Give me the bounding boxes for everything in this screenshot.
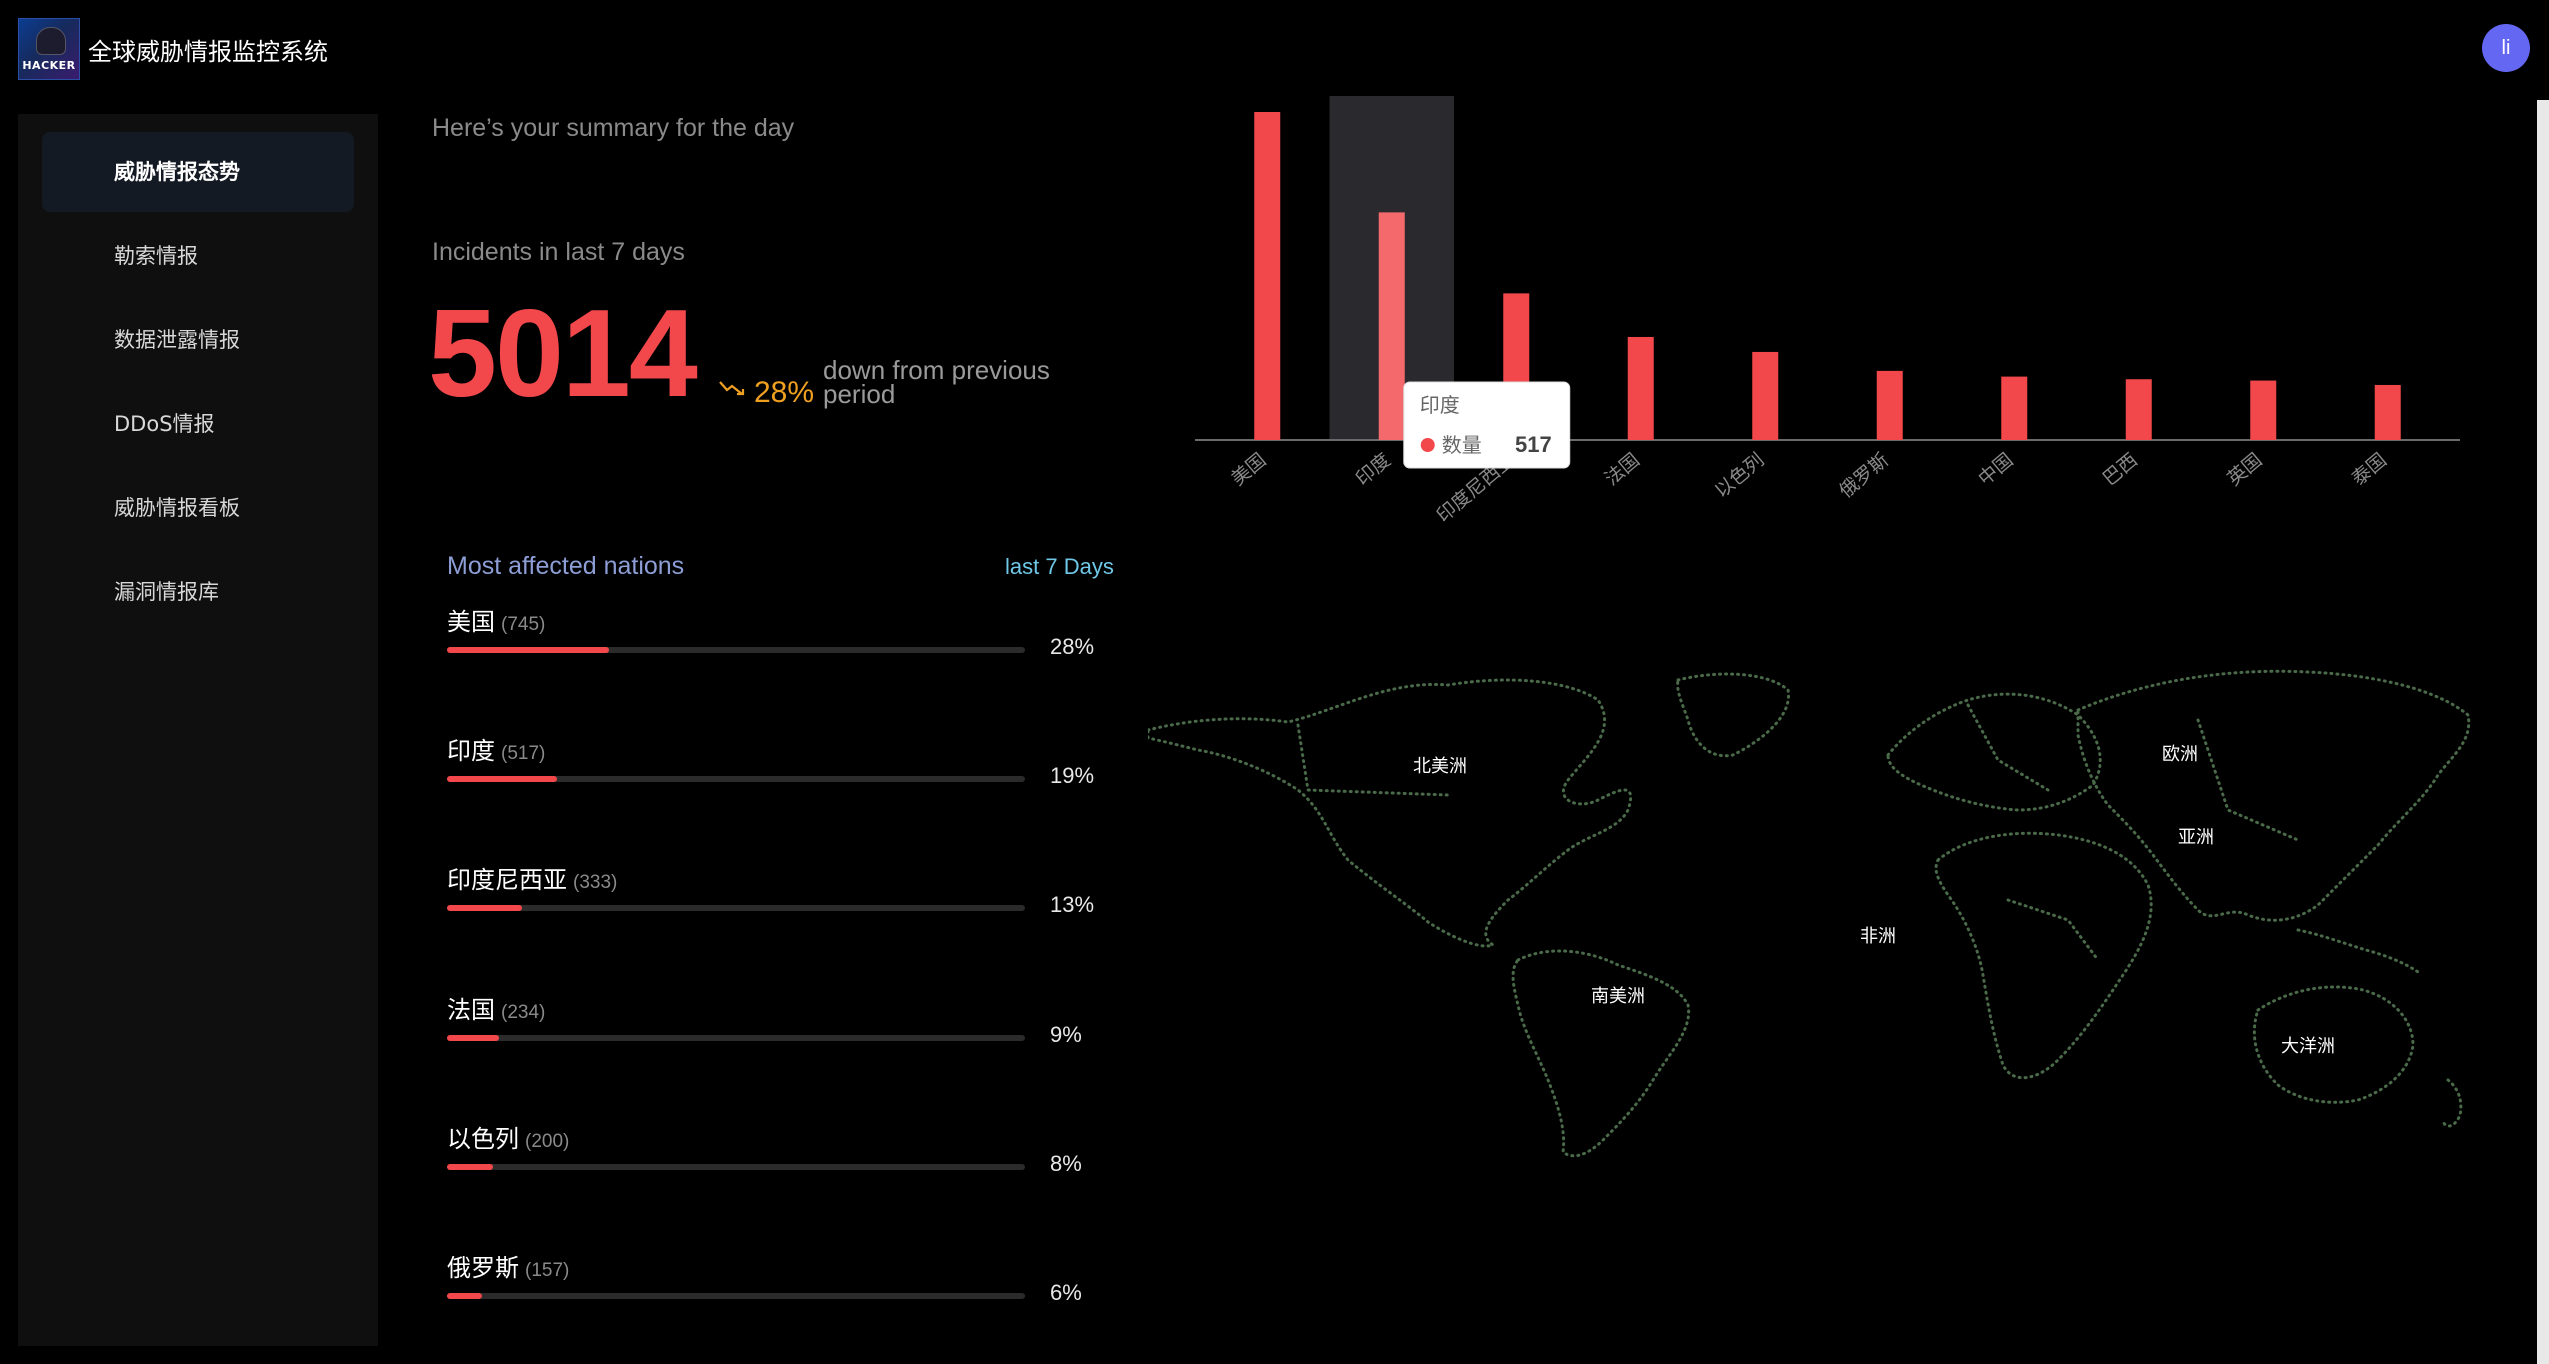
chart-bar[interactable] — [1876, 370, 1903, 440]
nation-count: (157) — [525, 1260, 570, 1281]
nation-count: (200) — [525, 1131, 570, 1152]
chart-bar[interactable] — [1752, 351, 1779, 440]
chart-bar[interactable] — [2374, 384, 2401, 440]
nation-row: 美国 (745) 28% — [447, 602, 1107, 702]
nation-bar-fill — [447, 647, 609, 653]
sidebar-item-ransomware[interactable]: 勒索情报 — [42, 216, 354, 296]
tooltip-series-label: 数量 — [1442, 433, 1482, 457]
nation-name: 俄罗斯 — [447, 1254, 519, 1282]
nation-bar-track — [447, 647, 1025, 653]
tooltip-series-marker — [1420, 438, 1435, 452]
nation-row: 法国 (234) 9% — [447, 990, 1107, 1090]
nation-row: 印度 (517) 19% — [447, 731, 1107, 831]
chart-x-tick-label: 巴西 — [2099, 449, 2142, 490]
logo-text: HACKER — [22, 59, 76, 72]
nation-bar-fill — [447, 1164, 494, 1170]
sidebar-item-threat-overview[interactable]: 威胁情报态势 — [42, 132, 354, 212]
chart-x-tick-label: 泰国 — [2348, 449, 2391, 490]
nation-bar-track — [447, 1164, 1025, 1170]
continent-label-europe: 欧洲 — [2162, 744, 2198, 765]
continent-label-north-america: 北美洲 — [1413, 756, 1467, 777]
nations-period-filter[interactable]: last 7 Days — [1005, 554, 1114, 580]
nations-title: Most affected nations — [447, 552, 685, 580]
nation-bar-track — [447, 905, 1025, 911]
chart-bar[interactable] — [1378, 212, 1405, 440]
sidebar-item-vulnerability-db[interactable]: 漏洞情报库 — [42, 552, 354, 632]
nations-bar-chart[interactable]: 美国 印度 印度尼西亚 法国 以色列 俄罗斯 中国 巴西 英国 泰国印度数量 517 — [1190, 90, 2480, 550]
nation-count: (517) — [501, 743, 546, 764]
app-header: HACKER 全球威胁情报监控系统 li — [0, 0, 2549, 100]
tooltip-title: 印度 — [1420, 393, 1460, 417]
nation-percent: 13% — [1050, 892, 1095, 917]
chart-bar[interactable] — [2250, 380, 2277, 440]
nation-bar-track — [447, 1035, 1025, 1041]
nation-bar-fill — [447, 905, 523, 911]
app-title: 全球威胁情报监控系统 — [88, 38, 328, 66]
chart-bar[interactable] — [2001, 376, 2028, 440]
chart-x-tick-label: 以色列 — [1711, 449, 1769, 503]
chart-tooltip: 印度数量 517 — [1403, 381, 1571, 469]
nation-name: 以色列 — [447, 1125, 519, 1153]
nation-row: 俄罗斯 (157) 6% — [447, 1248, 1107, 1348]
trend-down-icon — [719, 381, 745, 396]
nation-name: 美国 — [447, 608, 495, 636]
nation-count: (234) — [501, 1002, 546, 1023]
tooltip-value: 517 — [1515, 432, 1552, 457]
continent-label-oceania: 大洋洲 — [2281, 1036, 2335, 1057]
sidebar: 威胁情报态势 勒索情报 数据泄露情报 DDoS情报 威胁情报看板 漏洞情报库 — [18, 114, 378, 1346]
chart-x-tick-label: 美国 — [1227, 449, 1270, 490]
nation-bar-fill — [447, 1293, 482, 1299]
incidents-label: Incidents in last 7 days — [432, 238, 685, 266]
nation-percent: 28% — [1050, 634, 1095, 659]
nation-name: 法国 — [447, 996, 495, 1024]
chart-x-tick-label: 印度 — [1352, 449, 1395, 490]
nation-bar-fill — [447, 1035, 500, 1041]
chart-x-tick-label: 中国 — [1974, 449, 2017, 490]
sidebar-item-ddos[interactable]: DDoS情报 — [42, 384, 354, 464]
hacker-icon — [36, 27, 66, 55]
nation-bar-track — [447, 776, 1025, 782]
nation-count: (333) — [573, 872, 618, 893]
chart-x-tick-label: 俄罗斯 — [1835, 449, 1893, 503]
nation-percent: 9% — [1050, 1022, 1082, 1047]
nation-percent: 6% — [1050, 1280, 1082, 1305]
sidebar-item-data-leak[interactable]: 数据泄露情报 — [42, 300, 354, 380]
page-scrollbar[interactable] — [2537, 100, 2549, 1364]
nation-count: (745) — [501, 614, 546, 635]
user-avatar[interactable]: li — [2482, 24, 2530, 72]
chart-x-tick-label: 法国 — [1601, 449, 1644, 490]
nation-percent: 8% — [1050, 1151, 1082, 1176]
continent-label-south-america: 南美洲 — [1591, 986, 1645, 1007]
trend-note: down from previous period — [823, 355, 1050, 409]
nation-bar-fill — [447, 776, 557, 782]
summary-greeting: Here’s your summary for the day — [432, 114, 795, 142]
app-logo[interactable]: HACKER — [18, 18, 80, 80]
continent-label-asia: 亚洲 — [2178, 827, 2214, 848]
world-map[interactable]: 北美洲 南美洲 欧洲 亚洲 非洲 大洋洲 — [1148, 660, 2480, 1160]
continent-label-africa: 非洲 — [1860, 926, 1896, 947]
map-landmass — [1148, 669, 2471, 1158]
chart-x-tick-label: 英国 — [2223, 449, 2266, 490]
chart-bar[interactable] — [1627, 336, 1654, 440]
nation-name: 印度 — [447, 737, 495, 765]
nation-name: 印度尼西亚 — [447, 866, 567, 894]
nation-row: 印度尼西亚 (333) 13% — [447, 860, 1107, 960]
chart-bar[interactable] — [2125, 379, 2152, 440]
nation-bar-track — [447, 1293, 1025, 1299]
nation-row: 以色列 (200) 8% — [447, 1119, 1107, 1219]
incidents-count: 5014 — [428, 285, 698, 423]
nation-percent: 19% — [1050, 763, 1095, 788]
chart-bar[interactable] — [1254, 112, 1281, 440]
sidebar-item-dashboard[interactable]: 威胁情报看板 — [42, 468, 354, 548]
trend-percent: 28% — [754, 376, 815, 409]
